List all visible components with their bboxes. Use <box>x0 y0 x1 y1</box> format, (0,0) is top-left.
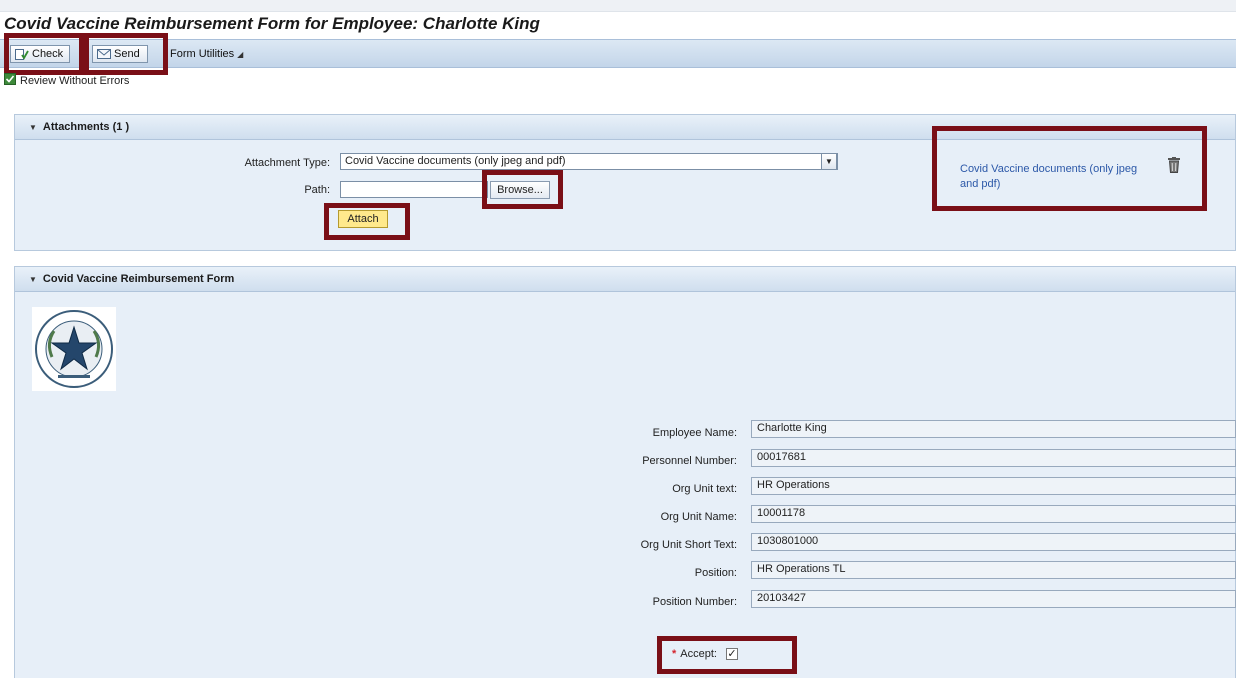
form-utilities-label: Form Utilities <box>170 48 235 60</box>
menu-triangle-icon: ◢ <box>237 50 244 59</box>
top-strip <box>0 0 1236 12</box>
form-panel-header[interactable]: ▼ Covid Vaccine Reimbursement Form <box>15 267 1235 292</box>
attached-document-link[interactable]: Covid Vaccine documents (only jpeg and p… <box>960 162 1150 192</box>
attachments-panel-header[interactable]: ▼ Attachments (1 ) <box>15 115 1235 140</box>
path-label: Path: <box>304 184 330 196</box>
attachments-header-label: Attachments (1 ) <box>42 121 130 133</box>
position-label: Position: <box>694 567 737 579</box>
required-asterisk: * <box>672 648 677 660</box>
page-title: Covid Vaccine Reimbursement Form for Emp… <box>4 14 540 33</box>
form-utilities-menu[interactable]: Form Utilities ◢ <box>170 48 243 60</box>
position-field[interactable]: HR Operations TL <box>751 561 1236 579</box>
personnel-number-label: Personnel Number: <box>642 455 737 467</box>
send-envelope-icon <box>97 49 111 59</box>
position-number-field[interactable]: 20103427 <box>751 590 1236 608</box>
accept-checkbox[interactable]: ✓ <box>725 648 738 660</box>
dropdown-arrow-icon[interactable]: ▼ <box>821 153 837 170</box>
check-document-icon <box>15 48 29 60</box>
personnel-number-field[interactable]: 00017681 <box>751 449 1236 467</box>
org-unit-short-text-field[interactable]: 1030801000 <box>751 533 1236 551</box>
org-unit-name-label: Org Unit Name: <box>660 511 737 523</box>
org-unit-name-field[interactable]: 10001178 <box>751 505 1236 523</box>
success-check-icon <box>4 73 16 88</box>
toolbar: Check Send Form Utilities ◢ <box>0 39 1236 68</box>
check-button-label: Check <box>32 48 64 60</box>
org-unit-text-field[interactable]: HR Operations <box>751 477 1236 495</box>
employee-name-label: Employee Name: <box>652 427 737 439</box>
accept-label: Accept: <box>680 648 717 660</box>
status-text: Review Without Errors <box>20 74 130 87</box>
org-unit-text-label: Org Unit text: <box>672 483 737 495</box>
accept-row: * Accept: ✓ <box>672 648 738 660</box>
send-button-label: Send <box>114 48 140 60</box>
org-unit-short-text-label: Org Unit Short Text: <box>640 539 737 551</box>
trash-icon[interactable] <box>1168 157 1180 173</box>
browse-button[interactable]: Browse... <box>490 181 550 199</box>
position-number-label: Position Number: <box>652 596 737 608</box>
check-button[interactable]: Check <box>10 45 70 63</box>
path-input[interactable] <box>340 181 488 198</box>
send-button[interactable]: Send <box>92 45 148 63</box>
district-seal-logo <box>32 307 116 391</box>
collapse-caret-icon: ▼ <box>29 274 37 284</box>
collapse-caret-icon: ▼ <box>29 122 37 132</box>
form-header-label: Covid Vaccine Reimbursement Form <box>42 273 235 285</box>
status-message: Review Without Errors <box>4 73 129 88</box>
attachment-type-label: Attachment Type: <box>244 157 330 169</box>
reimbursement-form-panel: ▼ Covid Vaccine Reimbursement Form <box>14 266 1236 678</box>
attach-button[interactable]: Attach <box>338 210 388 228</box>
employee-name-field[interactable]: Charlotte King <box>751 420 1236 438</box>
attachment-type-select[interactable]: Covid Vaccine documents (only jpeg and p… <box>340 153 838 170</box>
